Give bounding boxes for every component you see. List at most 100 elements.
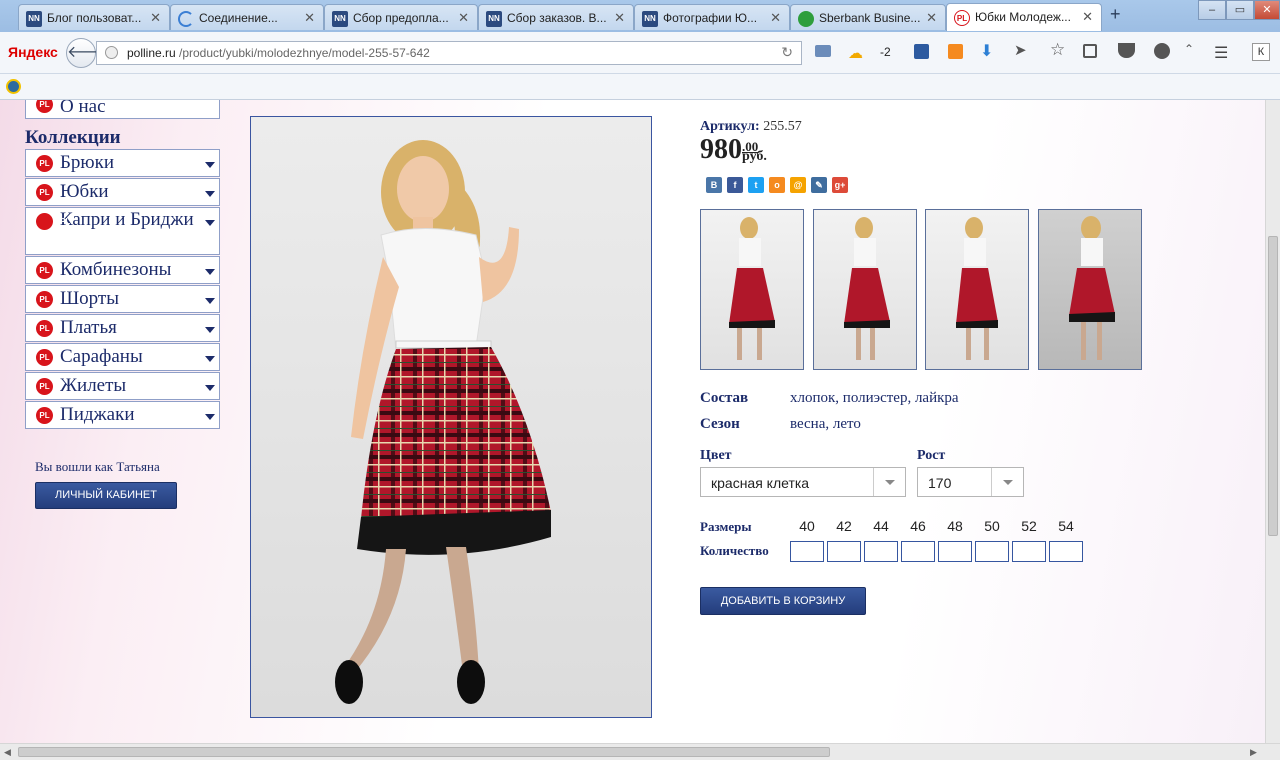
pocket-icon[interactable] [1118,43,1135,58]
livejournal-icon[interactable]: ✎ [811,177,827,193]
back-button[interactable]: 🡐 [66,38,110,68]
sidebar-item-dresses[interactable]: PL Платья [25,314,220,342]
weather-icon[interactable]: ☁ [848,44,863,62]
profile-icon[interactable]: К [1252,43,1270,61]
quantity-input-42[interactable] [827,541,861,562]
facebook-icon[interactable]: f [727,177,743,193]
dropdown-arrow-icon[interactable] [205,414,215,420]
close-tab-icon[interactable]: ✕ [304,10,315,26]
composition-value: хлопок, полиэстер, лайкра [790,390,959,406]
sidebar-item-shorts[interactable]: PL Шорты [25,285,220,313]
dropdown-arrow-icon[interactable] [205,269,215,275]
mail-icon[interactable] [815,45,831,57]
color-select[interactable]: красная клетка [700,467,906,497]
quantity-input-48[interactable] [938,541,972,562]
browser-tab[interactable]: NN Сбор заказов. В... ✕ [478,4,634,30]
yandex-logo[interactable]: Яндекс [8,44,58,60]
close-tab-icon[interactable]: ✕ [1082,9,1093,25]
dropdown-arrow-icon[interactable] [205,298,215,304]
chevron-up-icon[interactable]: ⌃ [1184,42,1194,56]
maximize-button[interactable]: ▭ [1226,0,1254,20]
send-icon[interactable]: ➤ [1014,41,1027,59]
download-icon[interactable]: ⬇ [980,41,993,61]
sberbank-icon [798,11,814,27]
size-label: 50 [984,518,1000,534]
quantity-input-54[interactable] [1049,541,1083,562]
quantity-input-40[interactable] [790,541,824,562]
vertical-scrollbar[interactable] [1265,100,1280,743]
reload-icon[interactable]: ↻ [781,44,793,61]
browser-tab[interactable]: NN Блог пользоват... ✕ [18,4,170,30]
odnoklassniki-icon[interactable]: о [769,177,785,193]
chevron-down-icon[interactable] [873,468,905,496]
polline-badge-icon: PL [36,155,53,172]
dropdown-arrow-icon[interactable] [205,191,215,197]
twitter-icon[interactable]: t [748,177,764,193]
sidebar-item-vests[interactable]: PL Жилеты [25,372,220,400]
product-price: 980 .00 руб. [700,134,767,166]
chevron-down-icon[interactable] [991,468,1023,496]
close-tab-icon[interactable]: ✕ [614,10,625,26]
personal-cabinet-button[interactable]: ЛИЧНЫЙ КАБИНЕТ [35,482,177,509]
composition-label: Состав [700,390,749,406]
quantity-input-50[interactable] [975,541,1009,562]
article-label: Артикул: [700,119,760,134]
browser-tab-active[interactable]: PL Юбки Молодеж... ✕ [946,3,1102,31]
sidebar-item-about[interactable]: PL О нас [25,100,220,119]
scroll-right-arrow-icon[interactable]: ▶ [1250,747,1257,758]
product-thumbnail[interactable] [925,209,1029,370]
main-product-image[interactable] [250,116,652,718]
product-thumbnail[interactable] [700,209,804,370]
horizontal-scrollbar[interactable]: ◀ ▶ [0,743,1280,760]
site-favicon-icon: NN [642,11,658,27]
dropdown-arrow-icon[interactable] [205,385,215,391]
browser-tab[interactable]: NN Фотографии Ю... ✕ [634,4,790,30]
sidebar-item-skirts[interactable]: PL Юбки [25,178,220,206]
polline-badge-icon: PL [36,262,53,279]
horizontal-scroll-thumb[interactable] [18,747,830,757]
bookmark-star-icon[interactable]: ☆ [1050,40,1065,60]
quantity-input-44[interactable] [864,541,898,562]
vk-icon[interactable]: В [706,177,722,193]
tab-label: Сбор заказов. В... [507,11,607,25]
extension-icon[interactable] [914,44,929,59]
sidebar-item-jumpsuits[interactable]: PL Комбинезоны [25,256,220,284]
product-thumbnail[interactable] [1038,209,1142,370]
reading-list-icon[interactable] [1083,44,1097,58]
close-tab-icon[interactable]: ✕ [150,10,161,26]
quantity-input-52[interactable] [1012,541,1046,562]
minimize-button[interactable]: – [1198,0,1226,20]
height-label: Рост [917,448,946,463]
new-tab-button[interactable]: + [1110,4,1121,25]
dropdown-arrow-icon[interactable] [205,327,215,333]
sidebar-item-capri[interactable]: PL Капри и Бриджи [25,207,220,255]
dropdown-arrow-icon[interactable] [205,356,215,362]
vertical-scroll-thumb[interactable] [1268,236,1278,536]
address-bar[interactable]: polline.ru /product/yubki/molodezhnye/mo… [96,41,802,65]
mailru-icon[interactable]: @ [790,177,806,193]
odnoklassniki-icon[interactable] [948,44,963,59]
browser-tab[interactable]: Sberbank Busine... ✕ [790,4,946,30]
product-thumbnail[interactable] [813,209,917,370]
chat-icon[interactable] [1154,43,1170,59]
dropdown-arrow-icon[interactable] [205,162,215,168]
quantity-input-46[interactable] [901,541,935,562]
hamburger-menu-icon[interactable]: ☰ [1214,43,1228,63]
close-window-button[interactable]: ✕ [1254,0,1280,20]
bookmark-favicon-icon[interactable] [6,79,21,94]
sidebar-item-jackets[interactable]: PL Пиджаки [25,401,220,429]
googleplus-icon[interactable]: g+ [832,177,848,193]
browser-tab[interactable]: Соединение... ✕ [170,4,324,30]
close-tab-icon[interactable]: ✕ [926,10,937,26]
add-to-cart-button[interactable]: ДОБАВИТЬ В КОРЗИНУ [700,587,866,615]
sidebar-item-sundresses[interactable]: PL Сарафаны [25,343,220,371]
tab-label: Фотографии Ю... [663,11,758,25]
browser-tab[interactable]: NN Сбор предопла... ✕ [324,4,478,30]
dropdown-arrow-icon[interactable] [205,220,215,226]
sidebar-item-trousers[interactable]: PL Брюки [25,149,220,177]
height-select-value: 170 [928,475,952,491]
height-select[interactable]: 170 [917,467,1024,497]
close-tab-icon[interactable]: ✕ [458,10,469,26]
close-tab-icon[interactable]: ✕ [770,10,781,26]
scroll-left-arrow-icon[interactable]: ◀ [4,747,11,758]
